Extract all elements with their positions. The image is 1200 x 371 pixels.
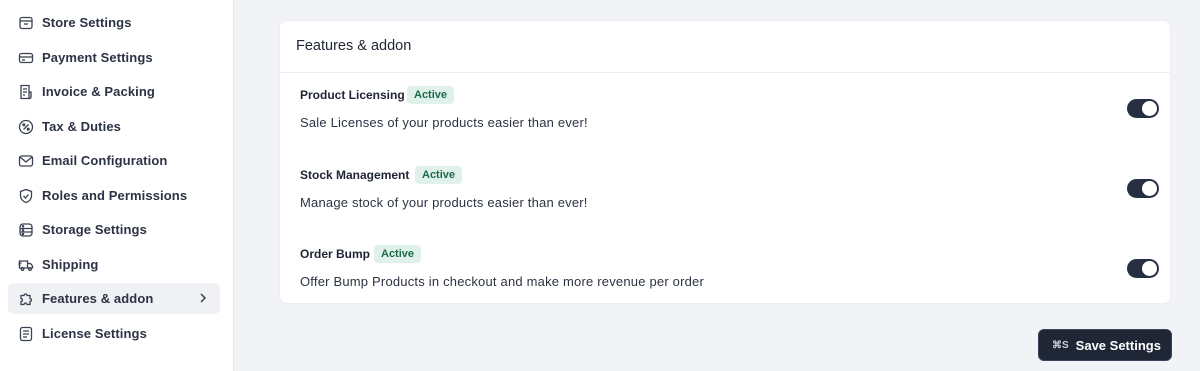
sidebar-item-email-configuration[interactable]: Email Configuration	[8, 145, 220, 176]
document-icon	[18, 326, 34, 342]
keyboard-shortcut-hint: ⌘S	[1052, 339, 1069, 351]
save-button-label: Save Settings	[1075, 337, 1161, 353]
chevron-right-icon	[196, 291, 210, 305]
save-settings-button[interactable]: ⌘S Save Settings	[1038, 329, 1172, 361]
feature-name: Stock Management	[300, 168, 410, 182]
puzzle-icon	[18, 291, 34, 307]
sidebar-item-license-settings[interactable]: License Settings	[8, 318, 220, 349]
sidebar-item-label: Email Configuration	[42, 153, 168, 168]
panel-title: Features & addon	[296, 38, 412, 54]
feature-description: Manage stock of your products easier tha…	[300, 195, 588, 210]
sidebar-item-store-settings[interactable]: Store Settings	[8, 7, 220, 38]
order-bump-toggle[interactable]	[1127, 259, 1159, 278]
sidebar-item-features-addon[interactable]: Features & addon	[8, 283, 220, 314]
feature-name: Order Bump	[300, 247, 371, 261]
sidebar-item-shipping[interactable]: Shipping	[8, 249, 220, 280]
truck-icon	[18, 257, 34, 273]
sidebar-item-storage-settings[interactable]: Storage Settings	[8, 214, 220, 245]
toggle-knob	[1142, 181, 1157, 196]
feature-description: Offer Bump Products in checkout and make…	[300, 274, 705, 289]
product-licensing-toggle[interactable]	[1127, 99, 1159, 118]
toggle-knob	[1142, 261, 1157, 276]
status-badge: Active	[374, 245, 422, 263]
sidebar-item-label: Store Settings	[42, 15, 132, 30]
sidebar-item-label: Storage Settings	[42, 222, 147, 237]
sidebar-item-tax-duties[interactable]: Tax & Duties	[8, 111, 220, 142]
invoice-icon	[18, 84, 34, 100]
sidebar-item-label: Tax & Duties	[42, 119, 121, 134]
status-badge: Active	[407, 86, 455, 104]
sidebar-item-label: Payment Settings	[42, 50, 153, 65]
sidebar-item-label: Shipping	[42, 257, 99, 272]
sidebar-item-label: Invoice & Packing	[42, 84, 155, 99]
sidebar-item-roles-permissions[interactable]: Roles and Permissions	[8, 180, 220, 211]
storage-icon	[18, 222, 34, 238]
sidebar-item-payment-settings[interactable]: Payment Settings	[8, 42, 220, 73]
sidebar-item-label: Features & addon	[42, 291, 154, 306]
mail-icon	[18, 153, 34, 169]
sidebar-item-label: License Settings	[42, 326, 147, 341]
toggle-knob	[1142, 101, 1157, 116]
stock-management-toggle[interactable]	[1127, 179, 1159, 198]
sidebar-item-label: Roles and Permissions	[42, 188, 188, 203]
credit-card-icon	[18, 50, 34, 66]
status-badge: Active	[415, 166, 463, 184]
store-icon	[18, 15, 34, 31]
features-addon-panel: Features & addon Product Licensing Activ…	[279, 20, 1171, 304]
sidebar-item-invoice-packing[interactable]: Invoice & Packing	[8, 76, 220, 107]
feature-description: Sale Licenses of your products easier th…	[300, 115, 588, 130]
feature-name: Product Licensing	[300, 88, 405, 102]
sidebar: Store Settings Payment Settings Invoice …	[0, 0, 234, 371]
panel-divider	[280, 72, 1170, 73]
percent-icon	[18, 119, 34, 135]
shield-icon	[18, 188, 34, 204]
